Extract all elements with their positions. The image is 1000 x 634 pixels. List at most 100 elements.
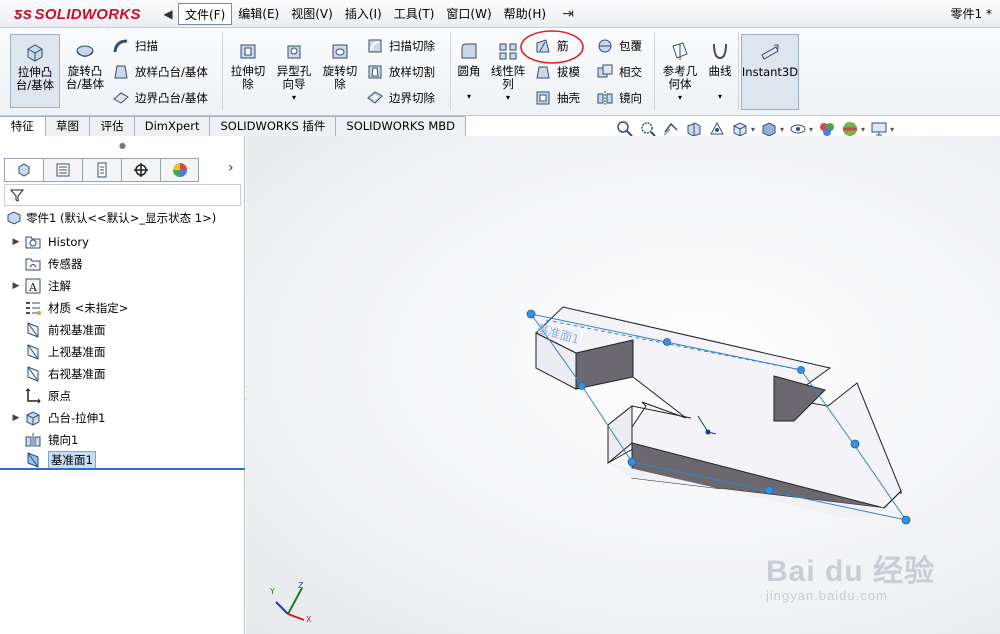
configuration-manager-icon	[97, 162, 107, 178]
expand-arrow-icon[interactable]: ▶	[8, 237, 24, 247]
plane-handle[interactable]	[627, 457, 637, 467]
sweep-button[interactable]: 扫描	[112, 36, 158, 56]
hole-wizard-dropdown-icon[interactable]: ▾	[292, 91, 296, 104]
revolve-boss-icon	[76, 45, 94, 57]
plane-icon	[27, 322, 39, 338]
wrap-button[interactable]: 包覆	[596, 36, 642, 56]
triad-y-axis	[287, 587, 303, 615]
extrude-boss-button[interactable]: 拉伸凸台/基体	[10, 34, 60, 108]
tree-item-right-plane[interactable]: 右视基准面	[8, 364, 106, 384]
panel-more-icon[interactable]: ›	[228, 160, 234, 176]
fillet-label: 圆角	[457, 64, 481, 78]
tab-mbd[interactable]: SOLIDWORKS MBD	[336, 116, 466, 136]
tree-item-material[interactable]: 材质 <未指定>	[8, 298, 128, 318]
filter-icon	[9, 189, 25, 202]
property-manager-icon	[56, 163, 70, 177]
plane-handle[interactable]	[526, 309, 536, 319]
revolve-cut-button[interactable]: 旋转切除	[318, 34, 362, 108]
revolve-boss-label: 旋转凸台/基体	[65, 64, 105, 91]
tree-item-history[interactable]: ▶ History	[8, 232, 89, 252]
tree-item-front-plane[interactable]: 前视基准面	[8, 320, 106, 340]
view-settings-dropdown-icon[interactable]: ▾	[890, 125, 894, 134]
app-logo-text: SOLIDWORKS	[34, 5, 141, 23]
tab-evaluate[interactable]: 评估	[90, 116, 135, 136]
linear-pattern-label: 线性阵列	[490, 64, 526, 91]
solidworks-logo[interactable]: ƽs SOLIDWORKS	[14, 3, 141, 25]
plane-handle[interactable]	[578, 382, 586, 390]
tree-item-mirror1[interactable]: 镜向1	[8, 430, 78, 450]
menu-tools[interactable]: 工具(T)	[388, 3, 441, 25]
menu-view[interactable]: 视图(V)	[285, 3, 339, 25]
tree-item-boss-extrude1[interactable]: ▶ 凸台-拉伸1	[8, 408, 105, 428]
tree-item-plane1[interactable]: 基准面1	[8, 450, 96, 470]
menu-window[interactable]: 窗口(W)	[440, 3, 497, 25]
menu-bar: 文件(F) 编辑(E) 视图(V) 插入(I) 工具(T) 窗口(W) 帮助(H…	[178, 2, 552, 26]
tree-item-label: 镜向1	[48, 433, 79, 447]
boundary-boss-button[interactable]: 边界凸台/基体	[112, 88, 208, 108]
loft-boss-button[interactable]: 放样凸台/基体	[112, 62, 208, 82]
tree-item-annotations[interactable]: ▶ A 注解	[8, 276, 71, 296]
tree-filter-bar[interactable]	[4, 184, 241, 206]
tab-property-manager[interactable]	[43, 158, 82, 182]
rollback-bar[interactable]	[0, 468, 245, 470]
reference-geometry-dropdown-icon[interactable]: ▾	[678, 91, 682, 104]
sweep-cut-button[interactable]: 扫描切除	[366, 36, 435, 56]
tree-item-label: 上视基准面	[48, 345, 106, 359]
fillet-button[interactable]: 圆角 ▾	[454, 34, 484, 108]
loft-cut-button[interactable]: 放样切割	[366, 62, 435, 82]
tab-addins[interactable]: SOLIDWORKS 插件	[210, 116, 337, 136]
curves-button[interactable]: 曲线 ▾	[704, 34, 736, 108]
tree-item-label: 前视基准面	[48, 323, 106, 337]
menu-insert[interactable]: 插入(I)	[339, 3, 388, 25]
loft-cut-icon	[368, 65, 382, 79]
tree-item-top-plane[interactable]: 上视基准面	[8, 342, 106, 362]
linear-pattern-dropdown-icon[interactable]: ▾	[506, 91, 510, 104]
fillet-dropdown-icon[interactable]: ▾	[467, 90, 471, 103]
display-style-dropdown-icon[interactable]: ▾	[780, 125, 784, 134]
panel-grip-icon[interactable]: ●	[0, 136, 245, 156]
tree-item-sensors[interactable]: 传感器	[8, 254, 83, 274]
hole-wizard-button[interactable]: 异型孔向导 ▾	[272, 34, 316, 108]
instant3d-button[interactable]: Instant3D	[741, 34, 799, 110]
triad-x-axis	[287, 613, 305, 621]
menu-file[interactable]: 文件(F)	[178, 3, 233, 25]
pin-menu-icon[interactable]: ⇥	[558, 4, 578, 24]
tab-feature-manager[interactable]	[4, 158, 43, 182]
extrude-boss-icon	[27, 44, 43, 62]
view-orientation-dropdown-icon[interactable]: ▾	[751, 125, 755, 134]
menu-collapse-arrow-icon[interactable]: ◀	[161, 5, 175, 23]
revolve-boss-button[interactable]: 旋转凸台/基体	[62, 34, 108, 108]
tab-configuration-manager[interactable]	[82, 158, 121, 182]
plane-handle[interactable]	[663, 338, 671, 346]
hide-show-dropdown-icon[interactable]: ▾	[809, 125, 813, 134]
menu-help[interactable]: 帮助(H)	[498, 3, 552, 25]
tab-sketch[interactable]: 草图	[45, 116, 91, 136]
menu-edit[interactable]: 编辑(E)	[232, 3, 285, 25]
shell-button[interactable]: 抽壳	[534, 88, 580, 108]
apply-scene-dropdown-icon[interactable]: ▾	[861, 125, 865, 134]
extrude-cut-icon	[240, 44, 256, 59]
tree-root-part[interactable]: 零件1 (默认<<默认>_显示状态 1>)	[6, 210, 216, 226]
plane-handle[interactable]	[764, 485, 774, 495]
curves-dropdown-icon[interactable]: ▾	[718, 90, 722, 103]
boundary-cut-button[interactable]: 边界切除	[366, 88, 435, 108]
expand-arrow-icon[interactable]: ▶	[8, 281, 24, 291]
tree-item-label: 传感器	[48, 257, 83, 271]
plane-handle[interactable]	[797, 366, 805, 374]
extrude-cut-button[interactable]: 拉伸切除	[226, 34, 270, 108]
triad-y-label: Y	[269, 587, 275, 596]
plane-handle[interactable]	[850, 439, 860, 449]
loft-boss-label: 放样凸台/基体	[135, 65, 208, 79]
tab-dimxpert-manager[interactable]	[121, 158, 160, 182]
expand-arrow-icon[interactable]: ▶	[8, 413, 24, 423]
fillet-icon	[461, 43, 477, 59]
tab-features[interactable]: 特征	[0, 116, 46, 136]
boundary-boss-label: 边界凸台/基体	[135, 91, 208, 105]
tree-item-origin[interactable]: 原点	[8, 386, 71, 406]
mirror-button[interactable]: 镜向	[596, 88, 642, 108]
intersect-button[interactable]: 相交	[596, 62, 642, 82]
plane-handle[interactable]	[901, 515, 911, 525]
tab-dimxpert[interactable]: DimXpert	[134, 116, 211, 136]
reference-geometry-button[interactable]: 参考几何体 ▾	[658, 34, 702, 108]
tab-display-manager[interactable]	[160, 158, 199, 182]
